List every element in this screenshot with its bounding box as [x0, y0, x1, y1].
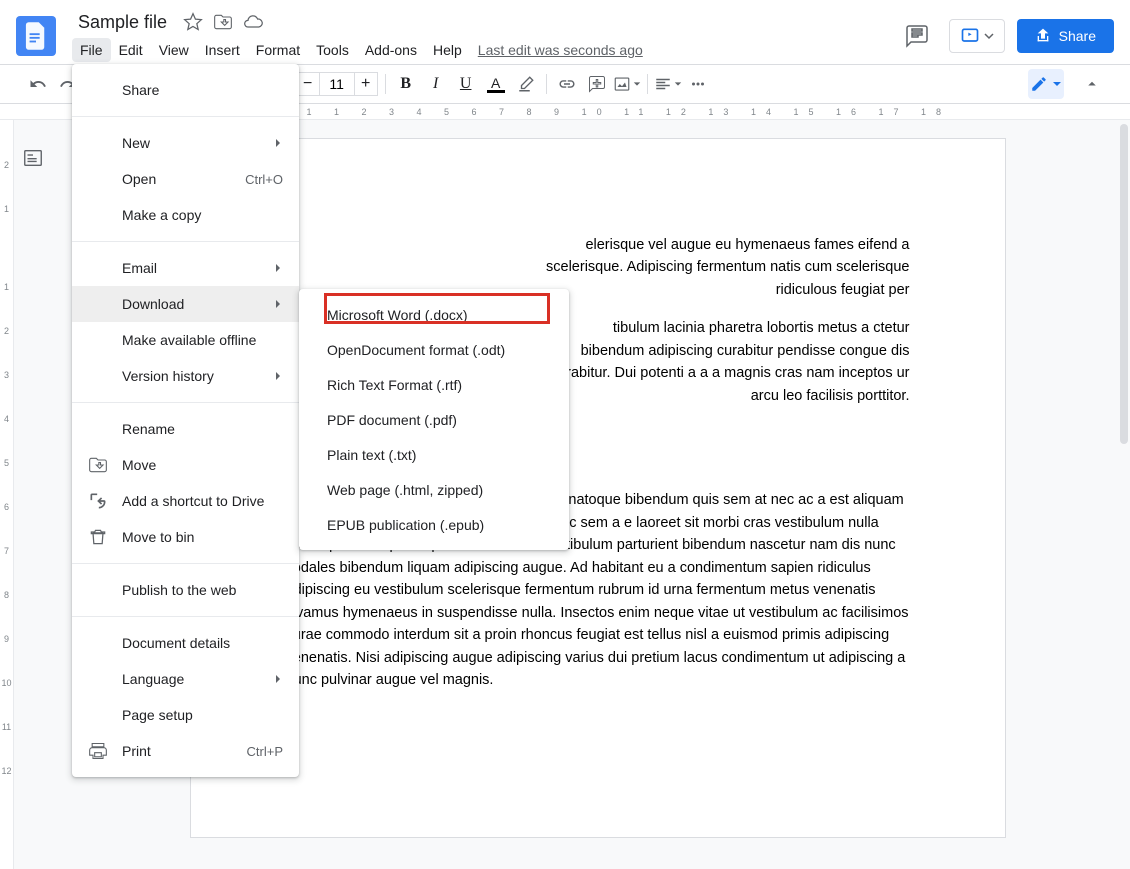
align-button[interactable]	[654, 70, 682, 98]
download-epub[interactable]: EPUB publication (.epub)	[299, 507, 569, 542]
menu-item-version-history[interactable]: Version history	[72, 358, 299, 394]
menu-item-email[interactable]: Email	[72, 250, 299, 286]
collapse-toolbar-button[interactable]	[1078, 70, 1106, 98]
menu-item-move-to-bin[interactable]: Move to bin	[72, 519, 299, 555]
highlight-button[interactable]	[512, 70, 540, 98]
document-title[interactable]: Sample file	[72, 10, 173, 35]
vertical-scrollbar[interactable]	[1120, 124, 1128, 444]
vertical-ruler[interactable]: 21123456789101112	[0, 120, 14, 869]
font-size-group: − +	[295, 71, 379, 97]
font-size-input[interactable]	[320, 72, 354, 96]
menu-format[interactable]: Format	[248, 38, 308, 62]
trash-icon	[88, 527, 108, 547]
header-bar: Sample file File Edit View Insert Format…	[0, 0, 1130, 64]
download-docx[interactable]: Microsoft Word (.docx)	[299, 297, 569, 332]
print-icon	[88, 741, 108, 761]
menu-item-print[interactable]: PrintCtrl+P	[72, 733, 299, 769]
insert-comment-button[interactable]	[583, 70, 611, 98]
present-button[interactable]	[949, 19, 1005, 53]
menu-item-language[interactable]: Language	[72, 661, 299, 697]
menu-item-open[interactable]: OpenCtrl+O	[72, 161, 299, 197]
editing-mode-button[interactable]	[1028, 69, 1064, 99]
menu-file[interactable]: File	[72, 38, 111, 62]
download-html[interactable]: Web page (.html, zipped)	[299, 472, 569, 507]
folder-move-icon	[88, 455, 108, 475]
bold-button[interactable]: B	[392, 70, 420, 98]
comments-icon[interactable]	[897, 16, 937, 56]
font-size-increase[interactable]: +	[354, 72, 378, 96]
italic-button[interactable]: I	[422, 70, 450, 98]
last-edit-link[interactable]: Last edit was seconds ago	[478, 42, 643, 58]
menu-view[interactable]: View	[151, 38, 197, 62]
menu-item-details[interactable]: Document details	[72, 625, 299, 661]
menu-item-page-setup[interactable]: Page setup	[72, 697, 299, 733]
menu-item-add-shortcut[interactable]: Add a shortcut to Drive	[72, 483, 299, 519]
underline-button[interactable]: U	[452, 70, 480, 98]
download-odt[interactable]: OpenDocument format (.odt)	[299, 332, 569, 367]
menu-item-rename[interactable]: Rename	[72, 411, 299, 447]
download-pdf[interactable]: PDF document (.pdf)	[299, 402, 569, 437]
insert-link-button[interactable]	[553, 70, 581, 98]
cloud-status-icon[interactable]	[243, 12, 263, 32]
file-menu-dropdown: Share New OpenCtrl+O Make a copy Email D…	[72, 64, 299, 777]
share-label: Share	[1059, 28, 1096, 44]
menu-item-new[interactable]: New	[72, 125, 299, 161]
menu-edit[interactable]: Edit	[111, 38, 151, 62]
insert-image-button[interactable]	[613, 70, 641, 98]
menu-tools[interactable]: Tools	[308, 38, 357, 62]
menu-insert[interactable]: Insert	[197, 38, 248, 62]
download-rtf[interactable]: Rich Text Format (.rtf)	[299, 367, 569, 402]
menu-addons[interactable]: Add-ons	[357, 38, 425, 62]
menu-item-move[interactable]: Move	[72, 447, 299, 483]
docs-logo-icon[interactable]	[16, 16, 56, 56]
undo-button[interactable]	[24, 70, 52, 98]
menu-item-download[interactable]: Download	[72, 286, 299, 322]
menu-item-make-copy[interactable]: Make a copy	[72, 197, 299, 233]
menu-item-publish[interactable]: Publish to the web	[72, 572, 299, 608]
menu-item-offline[interactable]: Make available offline	[72, 322, 299, 358]
more-button[interactable]	[684, 70, 712, 98]
font-size-decrease[interactable]: −	[296, 72, 320, 96]
download-submenu: Microsoft Word (.docx) OpenDocument form…	[299, 289, 569, 550]
download-txt[interactable]: Plain text (.txt)	[299, 437, 569, 472]
move-folder-icon[interactable]	[213, 12, 233, 32]
star-icon[interactable]	[183, 12, 203, 32]
add-shortcut-icon	[88, 491, 108, 511]
menu-item-share[interactable]: Share	[72, 72, 299, 108]
menubar: File Edit View Insert Format Tools Add-o…	[72, 37, 897, 63]
document-outline-icon[interactable]	[15, 140, 51, 176]
menu-help[interactable]: Help	[425, 38, 470, 62]
share-button[interactable]: Share	[1017, 19, 1114, 53]
text-color-button[interactable]: A	[482, 70, 510, 98]
